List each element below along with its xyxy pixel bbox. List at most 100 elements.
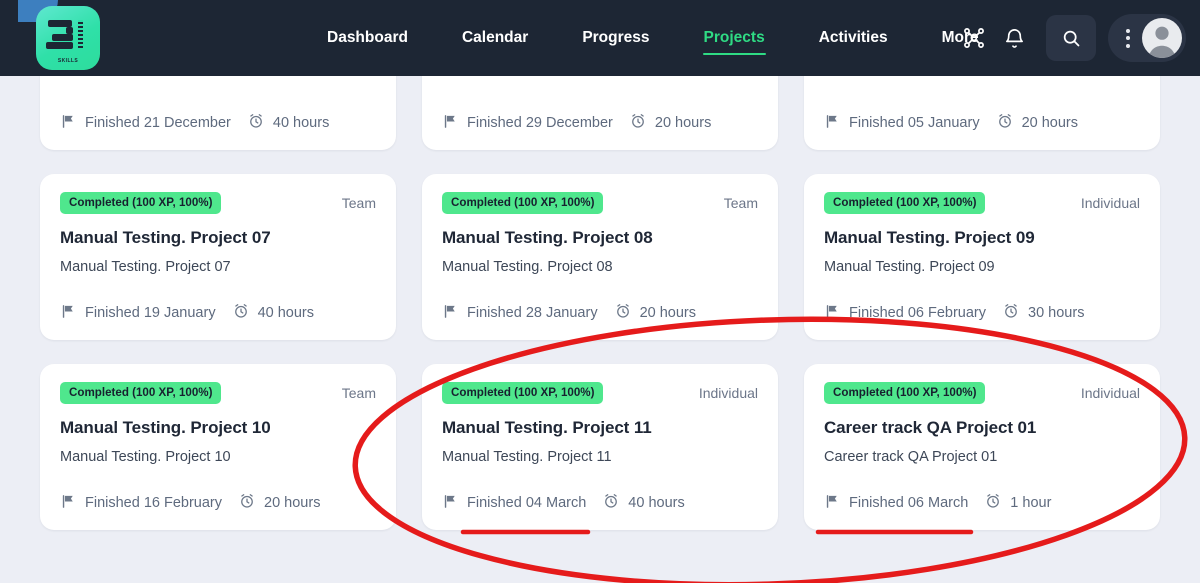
hours-meta: 40 hours bbox=[232, 302, 314, 324]
flag-icon bbox=[60, 113, 77, 134]
hours-value: 30 hours bbox=[1028, 305, 1085, 321]
project-title: Manual Testing. Project 11 bbox=[442, 417, 652, 437]
project-type-label: Team bbox=[723, 194, 758, 211]
logo-wordmark: SKILLS bbox=[57, 58, 79, 64]
card-header: Completed (100 XP, 100%) Individual bbox=[442, 382, 758, 404]
finished-meta: Finished 04 March bbox=[442, 493, 586, 514]
project-card[interactable]: Completed (100 XP, 100%) Team Manual Testi… bbox=[40, 174, 396, 340]
hours-meta: 40 hours bbox=[602, 492, 685, 514]
project-description: Manual Testing. Project 11 bbox=[442, 448, 612, 465]
finished-date: Finished 05 January bbox=[849, 115, 980, 131]
status-badge: Completed (100 XP, 100%) bbox=[824, 192, 986, 214]
status-badge: Completed (100 XP, 100%) bbox=[60, 382, 222, 404]
avatar[interactable] bbox=[1142, 18, 1182, 58]
project-card[interactable]: Completed (100 XP, 100%) Individual Career… bbox=[804, 364, 1160, 530]
flag-icon bbox=[824, 303, 841, 324]
hours-meta: 30 hours bbox=[1002, 302, 1084, 324]
logo-badge: SKILLS bbox=[36, 6, 100, 70]
projects-grid: Finished 21 December 40 hours Finished 29 … bbox=[40, 76, 1160, 530]
alarm-clock-icon bbox=[247, 112, 265, 134]
hours-value: 40 hours bbox=[272, 115, 330, 131]
alarm-clock-icon bbox=[996, 112, 1014, 134]
card-header: Completed (100 XP, 100%) Team bbox=[442, 192, 758, 214]
navbar-actions bbox=[954, 0, 1186, 76]
project-card[interactable]: Finished 29 December 20 hours bbox=[422, 76, 778, 150]
project-card[interactable]: Completed (100 XP, 100%) Team Manual Testi… bbox=[422, 174, 778, 340]
finished-meta: Finished 29 December bbox=[442, 113, 613, 134]
finished-date: Finished 29 December bbox=[467, 115, 613, 131]
project-type-label: Individual bbox=[698, 384, 758, 401]
network-icon[interactable] bbox=[954, 18, 994, 58]
finished-date: Finished 06 March bbox=[849, 495, 969, 511]
finished-date: Finished 06 February bbox=[849, 305, 987, 321]
project-title: Manual Testing. Project 07 bbox=[60, 227, 271, 247]
project-title: Manual Testing. Project 09 bbox=[824, 227, 1035, 247]
project-card[interactable]: Completed (100 XP, 100%) Team Manual Testi… bbox=[40, 364, 396, 530]
hours-value: 1 hour bbox=[1010, 495, 1052, 511]
flag-icon bbox=[442, 493, 459, 514]
card-header: Completed (100 XP, 100%) Individual bbox=[824, 382, 1140, 404]
status-badge: Completed (100 XP, 100%) bbox=[442, 192, 604, 214]
card-footer: Finished 04 March 40 hours bbox=[442, 492, 758, 514]
project-title: Manual Testing. Project 08 bbox=[442, 227, 653, 247]
card-footer: Finished 05 January 20 hours bbox=[824, 112, 1140, 134]
flag-icon bbox=[60, 303, 77, 324]
alarm-clock-icon bbox=[984, 492, 1002, 514]
flag-icon bbox=[442, 303, 459, 324]
projects-scroll-area[interactable]: Finished 21 December 40 hours Finished 29 … bbox=[0, 76, 1200, 583]
nav-item-dashboard[interactable]: Dashboard bbox=[300, 0, 435, 76]
finished-meta: Finished 21 December bbox=[60, 113, 231, 134]
finished-date: Finished 04 March bbox=[467, 495, 587, 511]
finished-meta: Finished 06 February bbox=[824, 303, 986, 324]
finished-meta: Finished 19 January bbox=[60, 303, 216, 324]
finished-meta: Finished 05 January bbox=[824, 113, 980, 134]
user-menu[interactable] bbox=[1108, 14, 1186, 62]
project-type-label: Individual bbox=[1080, 384, 1140, 401]
nav-item-progress[interactable]: Progress bbox=[555, 0, 676, 76]
nav-item-calendar[interactable]: Calendar bbox=[435, 0, 555, 76]
hours-value: 20 hours bbox=[1021, 115, 1079, 131]
finished-date: Finished 28 January bbox=[467, 305, 598, 321]
alarm-clock-icon bbox=[238, 492, 256, 514]
project-description: Career track QA Project 01 bbox=[824, 448, 998, 465]
project-description: Manual Testing. Project 07 bbox=[60, 258, 231, 275]
project-card[interactable]: Finished 05 January 20 hours bbox=[804, 76, 1160, 150]
finished-date: Finished 19 January bbox=[85, 305, 216, 321]
top-navbar: SKILLS Dashboard Calendar Progress Projects… bbox=[0, 0, 1200, 76]
project-type-label: Team bbox=[341, 194, 376, 211]
nav-item-activities[interactable]: Activities bbox=[792, 0, 915, 76]
hours-meta: 20 hours bbox=[996, 112, 1078, 134]
nav-item-projects[interactable]: Projects bbox=[677, 0, 792, 76]
hours-meta: 40 hours bbox=[247, 112, 329, 134]
hours-value: 20 hours bbox=[639, 305, 697, 321]
hours-value: 20 hours bbox=[654, 115, 712, 131]
project-card[interactable]: Completed (100 XP, 100%) Individual Manual… bbox=[422, 364, 778, 530]
card-footer: Finished 29 December 20 hours bbox=[442, 112, 758, 134]
hours-value: 20 hours bbox=[264, 495, 321, 511]
project-card[interactable]: Completed (100 XP, 100%) Individual Manual… bbox=[804, 174, 1160, 340]
project-type-label: Team bbox=[341, 384, 376, 401]
main-navigation: Dashboard Calendar Progress Projects Activit… bbox=[300, 0, 1006, 76]
alarm-clock-icon bbox=[232, 302, 250, 324]
card-footer: Finished 28 January 20 hours bbox=[442, 302, 758, 324]
card-footer: Finished 06 March 1 hour bbox=[824, 492, 1140, 514]
app-root: Finished 21 December 40 hours Finished 29 … bbox=[0, 0, 1200, 583]
search-button[interactable] bbox=[1046, 15, 1096, 61]
card-header: Completed (100 XP, 100%) Team bbox=[60, 192, 376, 214]
card-footer: Finished 21 December 40 hours bbox=[60, 112, 376, 134]
flag-icon bbox=[442, 113, 459, 134]
card-footer: Finished 06 February 30 hours bbox=[824, 302, 1140, 324]
alarm-clock-icon bbox=[1002, 302, 1020, 324]
flag-icon bbox=[60, 493, 77, 514]
project-description: Manual Testing. Project 10 bbox=[60, 448, 231, 465]
app-logo[interactable]: SKILLS bbox=[18, 0, 106, 74]
project-card[interactable]: Finished 21 December 40 hours bbox=[40, 76, 396, 150]
flag-icon bbox=[824, 113, 841, 134]
project-description: Manual Testing. Project 09 bbox=[824, 258, 995, 275]
status-badge: Completed (100 XP, 100%) bbox=[824, 382, 986, 404]
project-title: Career track QA Project 01 bbox=[824, 417, 1037, 437]
project-description: Manual Testing. Project 08 bbox=[442, 258, 613, 275]
card-footer: Finished 19 January 40 hours bbox=[60, 302, 376, 324]
bell-icon[interactable] bbox=[994, 18, 1034, 58]
kebab-icon[interactable] bbox=[1118, 28, 1138, 48]
